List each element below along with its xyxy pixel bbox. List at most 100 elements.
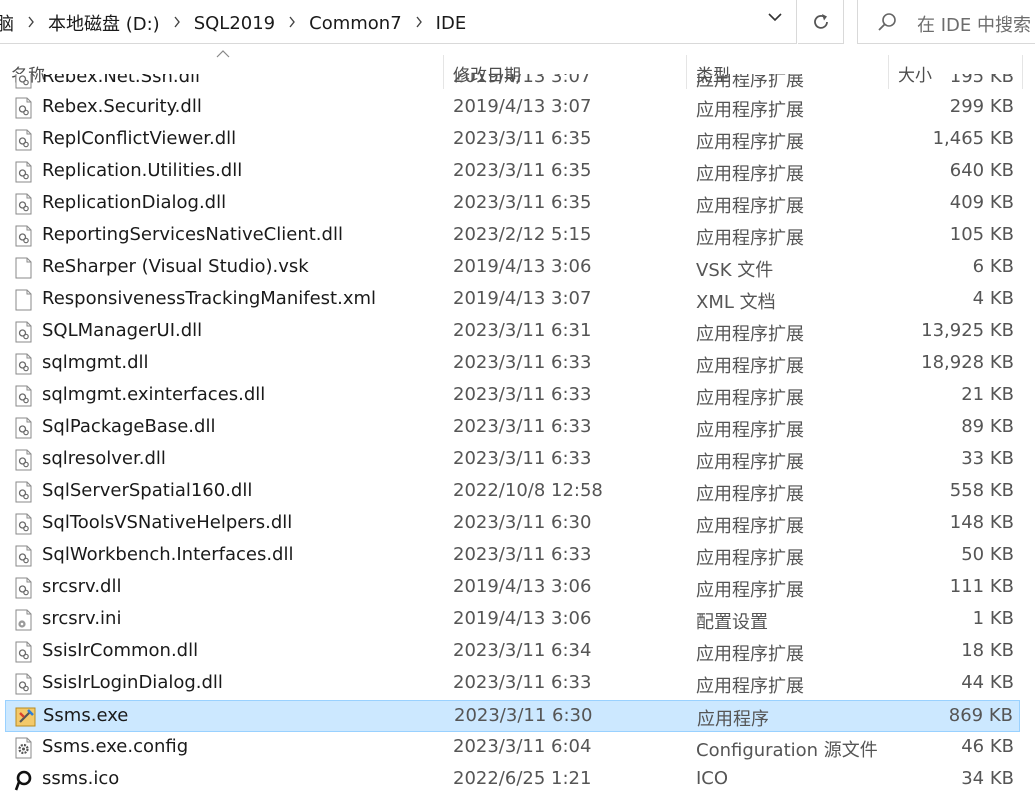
- file-name: Replication.Utilities.dll: [42, 160, 243, 181]
- breadcrumb-chevron-icon[interactable]: [164, 16, 190, 31]
- file-row[interactable]: SqlWorkbench.Interfaces.dll 2023/3/11 6:3…: [5, 540, 1020, 572]
- file-date: 2023/3/11 6:33: [453, 352, 592, 373]
- file-row[interactable]: SQLManagerUI.dll 2023/3/11 6:31 应用程序扩展 13,9…: [5, 316, 1020, 348]
- file-type: 应用程序扩展: [696, 420, 804, 441]
- file-size: 105 KB: [949, 224, 1014, 245]
- file-row[interactable]: srcsrv.dll 2019/4/13 3:06 应用程序扩展 111 KB: [5, 572, 1020, 604]
- file-row[interactable]: ssms.ico 2022/6/25 1:21 ICO 34 KB: [5, 764, 1020, 796]
- dll-icon: [14, 449, 34, 471]
- file-size: 18,928 KB: [921, 352, 1014, 373]
- file-date: 2019/4/13 3:06: [453, 256, 592, 277]
- file-date: 2023/3/11 6:31: [453, 320, 592, 341]
- breadcrumb-chevron-icon[interactable]: [406, 16, 432, 31]
- file-type: 应用程序扩展: [696, 644, 804, 665]
- file-date: 2022/10/8 12:58: [453, 480, 603, 501]
- breadcrumb-chevron-icon[interactable]: [279, 16, 305, 31]
- dll-icon: [14, 673, 34, 695]
- file-row[interactable]: Replication.Utilities.dll 2023/3/11 6:35 应…: [5, 156, 1020, 188]
- dll-icon: [14, 513, 34, 535]
- file-row[interactable]: sqlmgmt.dll 2023/3/11 6:33 应用程序扩展 18,928 KB: [5, 348, 1020, 380]
- dll-icon: [14, 385, 34, 407]
- file-row[interactable]: Rebex.Security.dll 2019/4/13 3:07 应用程序扩展 29…: [5, 92, 1020, 124]
- file-size: 6 KB: [972, 256, 1014, 277]
- breadcrumb-item[interactable]: IDE: [432, 13, 471, 34]
- file-name: SqlPackageBase.dll: [42, 416, 216, 437]
- file-date: 2023/2/12 5:15: [453, 224, 592, 245]
- file-row[interactable]: sqlmgmt.exinterfaces.dll 2023/3/11 6:33 应用…: [5, 380, 1020, 412]
- ssms-app-icon: [15, 706, 36, 728]
- file-size: 1 KB: [972, 608, 1014, 629]
- breadcrumb-item[interactable]: 本地磁盘 (D:): [44, 10, 164, 36]
- file-type: XML 文档: [696, 292, 776, 313]
- dll-icon: [14, 321, 34, 343]
- search-input[interactable]: 在 IDE 中搜索: [917, 11, 1031, 37]
- breadcrumb[interactable]: 脑本地磁盘 (D:) SQL2019 Common7 IDE: [0, 0, 797, 44]
- dll-icon: [14, 225, 34, 247]
- file-row[interactable]: ReSharper (Visual Studio).vsk 2019/4/13 3…: [5, 252, 1020, 284]
- file-size: 34 KB: [961, 768, 1014, 789]
- file-name: ReplConflictViewer.dll: [42, 128, 237, 149]
- address-bar: 脑本地磁盘 (D:) SQL2019 Common7 IDE 在 IDE 中搜索: [0, 0, 1035, 44]
- file-name: Ssms.exe: [43, 705, 129, 726]
- refresh-button[interactable]: [798, 0, 844, 44]
- file-name: ssms.ico: [42, 768, 120, 789]
- file-row[interactable]: ReportingServicesNativeClient.dll 2023/2/…: [5, 220, 1020, 252]
- file-row[interactable]: SsisIrCommon.dll 2023/3/11 6:34 应用程序扩展 18 K…: [5, 636, 1020, 668]
- breadcrumb-item[interactable]: Common7: [305, 13, 406, 34]
- file-row[interactable]: ReplicationDialog.dll 2023/3/11 6:35 应用程序扩…: [5, 188, 1020, 220]
- file-row[interactable]: ReplConflictViewer.dll 2023/3/11 6:35 应用程序…: [5, 124, 1020, 156]
- file-name: SqlServerSpatial160.dll: [42, 480, 253, 501]
- file-row[interactable]: Rebex.Net.Ssh.dll 2019/4/13 3:07 应用程序扩展 195…: [5, 74, 1020, 94]
- file-date: 2023/3/11 6:33: [453, 544, 592, 565]
- file-size: 33 KB: [961, 448, 1014, 469]
- breadcrumb-item[interactable]: 脑: [0, 10, 18, 36]
- file-type: 应用程序扩展: [696, 132, 804, 153]
- file-name: sqlmgmt.dll: [42, 352, 149, 373]
- file-date: 2023/3/11 6:30: [454, 705, 593, 726]
- dll-icon: [14, 129, 34, 151]
- search-box[interactable]: 在 IDE 中搜索: [857, 0, 1035, 44]
- file-type: 应用程序扩展: [696, 74, 804, 91]
- file-type: 应用程序扩展: [696, 516, 804, 537]
- file-row[interactable]: sqlresolver.dll 2023/3/11 6:33 应用程序扩展 33 KB: [5, 444, 1020, 476]
- refresh-icon: [813, 14, 828, 29]
- file-size: 13,925 KB: [921, 320, 1014, 341]
- breadcrumb-item[interactable]: SQL2019: [190, 13, 279, 34]
- file-date: 2019/4/13 3:06: [453, 576, 592, 597]
- file-name: SqlToolsVSNativeHelpers.dll: [42, 512, 293, 533]
- file-type: 应用程序扩展: [696, 580, 804, 601]
- dll-icon: [14, 545, 34, 567]
- file-name: ReSharper (Visual Studio).vsk: [42, 256, 309, 277]
- file-list: Rebex.Net.Ssh.dll 2019/4/13 3:07 应用程序扩展 195…: [0, 74, 1035, 802]
- file-row[interactable]: ResponsivenessTrackingManifest.xml 2019/4…: [5, 284, 1020, 316]
- blank-file-icon: [14, 257, 34, 279]
- file-date: 2019/4/13 3:07: [453, 288, 592, 309]
- file-type: Configuration 源文件: [696, 740, 878, 761]
- file-row[interactable]: Ssms.exe.config 2023/3/11 6:04 Configurati…: [5, 732, 1020, 764]
- file-name: sqlmgmt.exinterfaces.dll: [42, 384, 266, 405]
- file-size: 640 KB: [949, 160, 1014, 181]
- file-date: 2023/3/11 6:34: [453, 640, 592, 661]
- blank-file-icon: [14, 289, 34, 311]
- file-type: 应用程序扩展: [696, 548, 804, 569]
- dll-icon: [14, 577, 34, 599]
- file-type: VSK 文件: [696, 260, 774, 281]
- file-row[interactable]: Ssms.exe 2023/3/11 6:30 应用程序 869 KB: [5, 700, 1020, 732]
- file-type: 应用程序扩展: [696, 388, 804, 409]
- file-row[interactable]: SsisIrLoginDialog.dll 2023/3/11 6:33 应用程序扩…: [5, 668, 1020, 700]
- file-date: 2023/3/11 6:33: [453, 448, 592, 469]
- file-row[interactable]: SqlPackageBase.dll 2023/3/11 6:33 应用程序扩展 89…: [5, 412, 1020, 444]
- file-row[interactable]: srcsrv.ini 2019/4/13 3:06 配置设置 1 KB: [5, 604, 1020, 636]
- file-date: 2023/3/11 6:04: [453, 736, 592, 757]
- file-type: 应用程序扩展: [696, 356, 804, 377]
- file-name: sqlresolver.dll: [42, 448, 166, 469]
- file-size: 1,465 KB: [932, 128, 1014, 149]
- sort-ascending-icon: [216, 50, 230, 58]
- file-row[interactable]: SqlToolsVSNativeHelpers.dll 2023/3/11 6:3…: [5, 508, 1020, 540]
- breadcrumb-chevron-icon[interactable]: [18, 16, 44, 31]
- file-row[interactable]: SqlServerSpatial160.dll 2022/10/8 12:58 应用…: [5, 476, 1020, 508]
- ico-file-icon: [14, 769, 34, 791]
- file-date: 2023/3/11 6:33: [453, 672, 592, 693]
- address-history-dropdown-icon[interactable]: [760, 10, 790, 34]
- file-name: SQLManagerUI.dll: [42, 320, 203, 341]
